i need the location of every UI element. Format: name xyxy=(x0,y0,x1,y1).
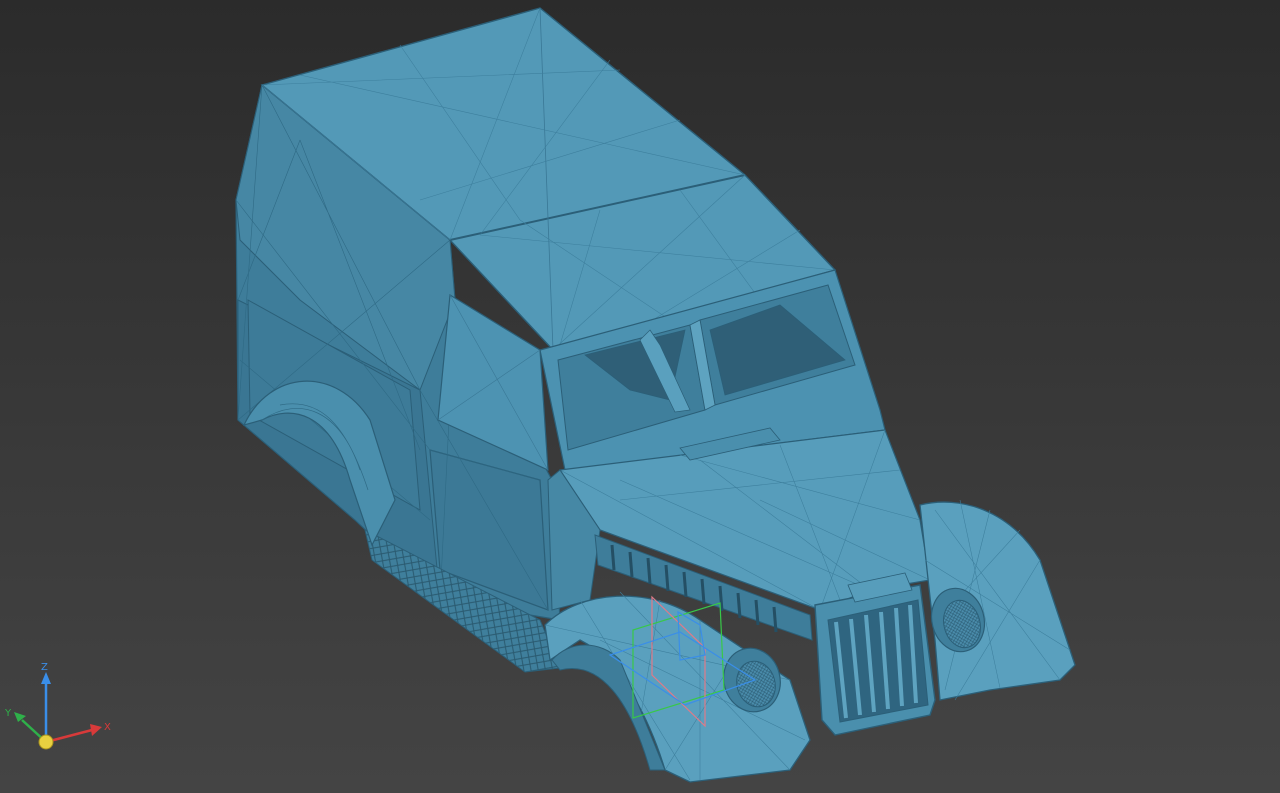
x-axis-label: X xyxy=(104,722,111,733)
model-render[interactable] xyxy=(0,0,1280,793)
z-axis-label: Z xyxy=(41,662,48,673)
origin-dot xyxy=(38,734,54,750)
right-fender xyxy=(919,499,1076,701)
y-axis-label: Y xyxy=(4,708,12,719)
axis-triad: Z X Y xyxy=(0,660,130,770)
z-axis-arrow xyxy=(41,672,51,684)
x-axis-arrow xyxy=(90,724,102,736)
3d-viewport[interactable]: Z X Y xyxy=(0,0,1280,793)
